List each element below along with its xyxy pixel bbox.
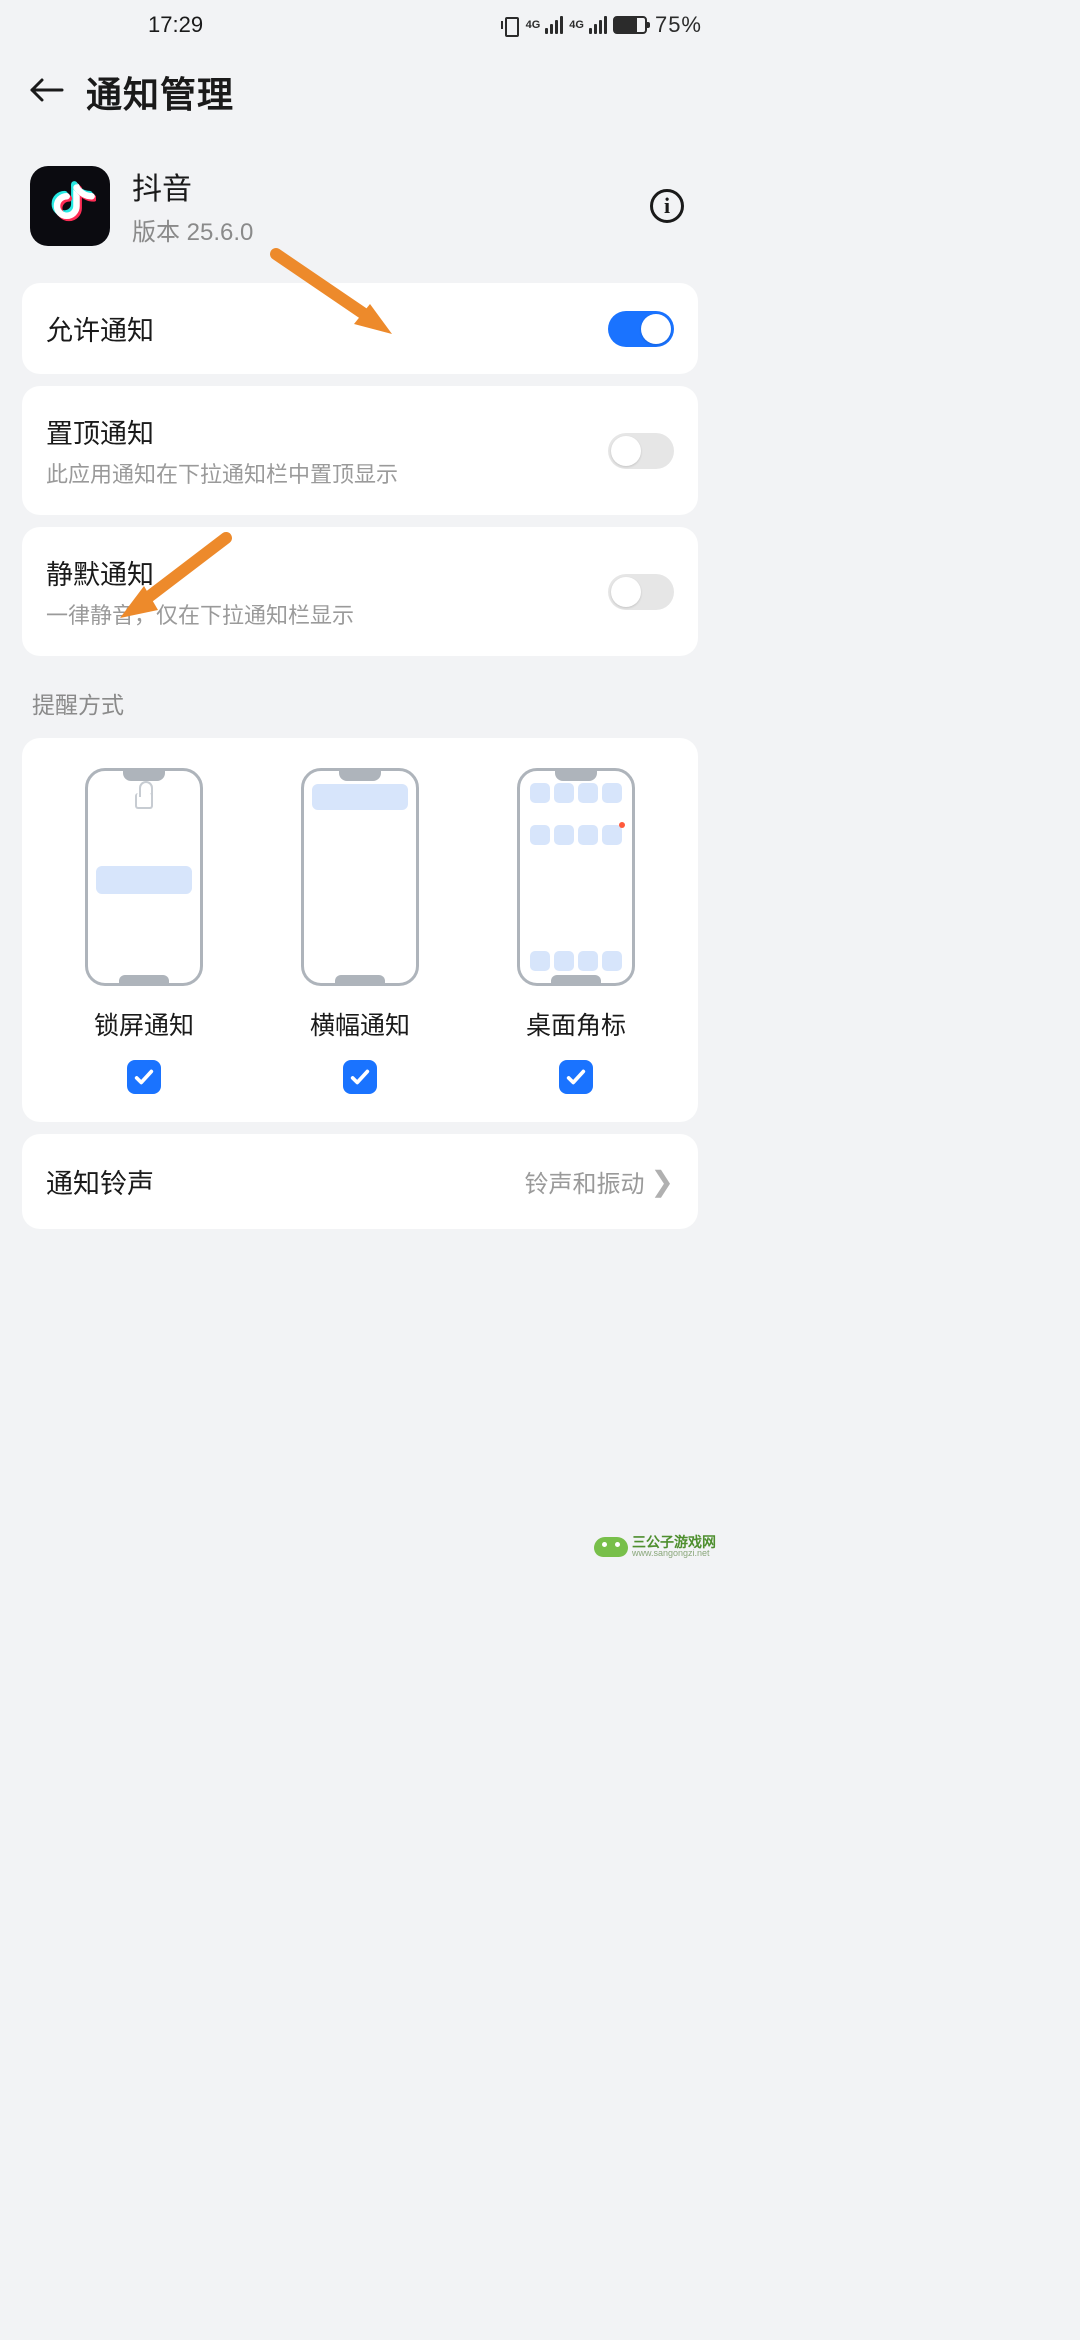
status-icons: 4G 4G 75% bbox=[500, 12, 702, 38]
app-icon-douyin bbox=[30, 166, 110, 246]
alert-option-lockscreen[interactable]: 锁屏通知 bbox=[37, 768, 251, 1094]
alert-option-banner[interactable]: 横幅通知 bbox=[253, 768, 467, 1094]
lockscreen-checkbox[interactable] bbox=[127, 1060, 161, 1094]
row-ringtone[interactable]: 通知铃声 铃声和振动 ❯ bbox=[22, 1134, 698, 1229]
card-alert-modes: 锁屏通知 横幅通知 桌面角标 bbox=[22, 738, 698, 1122]
chevron-right-icon: ❯ bbox=[651, 1165, 674, 1198]
page-header: 通知管理 bbox=[0, 50, 720, 140]
card-allow-notifications: 允许通知 bbox=[22, 283, 698, 374]
badge-preview-icon bbox=[517, 768, 635, 986]
badge-checkbox[interactable] bbox=[559, 1060, 593, 1094]
card-pin-notifications: 置顶通知 此应用通知在下拉通知栏中置顶显示 bbox=[22, 386, 698, 515]
banner-checkbox[interactable] bbox=[343, 1060, 377, 1094]
badge-label: 桌面角标 bbox=[526, 1006, 626, 1042]
watermark-logo-icon bbox=[594, 1537, 628, 1557]
ringtone-value: 铃声和振动 bbox=[525, 1164, 645, 1199]
signal-1: 4G bbox=[526, 16, 564, 34]
card-silent-notifications: 静默通知 一律静音，仅在下拉通知栏显示 bbox=[22, 527, 698, 656]
lockscreen-label: 锁屏通知 bbox=[94, 1006, 194, 1042]
app-info-icon[interactable]: i bbox=[650, 189, 684, 223]
battery-icon bbox=[613, 16, 647, 34]
status-time: 17:29 bbox=[148, 12, 203, 38]
allow-label: 允许通知 bbox=[46, 309, 608, 348]
row-silent-notifications[interactable]: 静默通知 一律静音，仅在下拉通知栏显示 bbox=[22, 527, 698, 656]
app-name: 抖音 bbox=[132, 164, 650, 208]
lock-icon bbox=[135, 793, 153, 809]
badge-dot-icon bbox=[602, 825, 622, 845]
silent-label: 静默通知 bbox=[46, 553, 608, 592]
lockscreen-preview-icon bbox=[85, 768, 203, 986]
ringtone-label: 通知铃声 bbox=[46, 1162, 525, 1201]
watermark-name: 三公子游戏网 bbox=[632, 1535, 716, 1549]
battery-percent: 75% bbox=[655, 12, 702, 38]
pin-notifications-switch[interactable] bbox=[608, 433, 674, 469]
banner-preview-icon bbox=[301, 768, 419, 986]
signal-2: 4G bbox=[569, 16, 607, 34]
card-ringtone: 通知铃声 铃声和振动 ❯ bbox=[22, 1134, 698, 1229]
pin-label: 置顶通知 bbox=[46, 412, 608, 451]
watermark-url: www.sangongzi.net bbox=[632, 1549, 716, 1558]
watermark: 三公子游戏网 www.sangongzi.net bbox=[594, 1535, 716, 1558]
pin-sub: 此应用通知在下拉通知栏中置顶显示 bbox=[46, 457, 608, 489]
silent-notifications-switch[interactable] bbox=[608, 574, 674, 610]
page-title: 通知管理 bbox=[86, 66, 234, 118]
vibrate-icon bbox=[500, 15, 520, 35]
app-info-row: 抖音 版本 25.6.0 i bbox=[0, 140, 720, 273]
section-alert-modes: 提醒方式 bbox=[0, 668, 720, 730]
allow-notifications-switch[interactable] bbox=[608, 311, 674, 347]
banner-label: 横幅通知 bbox=[310, 1006, 410, 1042]
row-allow-notifications[interactable]: 允许通知 bbox=[22, 283, 698, 374]
app-version: 版本 25.6.0 bbox=[132, 212, 650, 247]
alert-option-badge[interactable]: 桌面角标 bbox=[469, 768, 683, 1094]
row-pin-notifications[interactable]: 置顶通知 此应用通知在下拉通知栏中置顶显示 bbox=[22, 386, 698, 515]
silent-sub: 一律静音，仅在下拉通知栏显示 bbox=[46, 598, 608, 630]
status-bar: 17:29 4G 4G 75% bbox=[0, 0, 720, 50]
back-button[interactable] bbox=[28, 72, 64, 112]
